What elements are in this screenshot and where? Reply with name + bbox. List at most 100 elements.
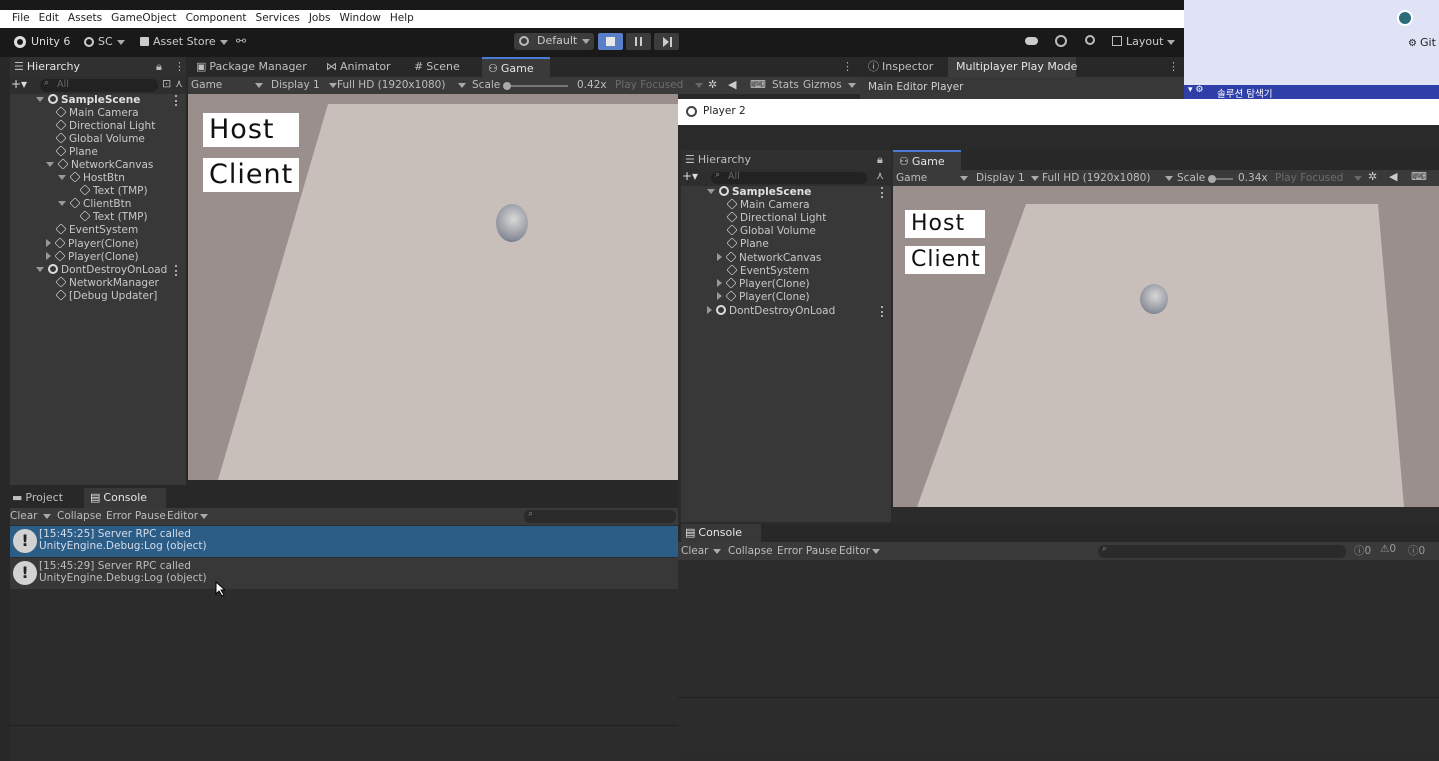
menu-file[interactable]: File (12, 12, 30, 24)
tab-package-manager[interactable]: ▣ Package Manager (196, 57, 307, 77)
p2-tree-item[interactable]: NetworkCanvas (717, 251, 821, 265)
p2-tree-item[interactable]: Player(Clone) (717, 290, 810, 304)
create-button[interactable]: +▾ (682, 169, 698, 183)
layout-preset-dropdown[interactable]: Default (514, 33, 594, 50)
hierarchy-filter-icon[interactable]: ⊡ (162, 77, 171, 90)
p2-tree-item[interactable]: Plane (726, 237, 769, 251)
tree-item[interactable]: Plane (55, 145, 98, 159)
play-focused-dropdown[interactable]: Play Focused (615, 77, 683, 93)
tree-item[interactable]: Player(Clone) (46, 237, 139, 251)
player2-tab-hierarchy[interactable]: ☰ Hierarchy 🔒︎ (681, 150, 891, 170)
p2-resolution-dropdown[interactable]: Full HD (1920x1080) (1042, 170, 1150, 186)
tab-game[interactable]: ⚇ Game (482, 57, 550, 77)
console-collapse-button[interactable]: Collapse (57, 508, 102, 524)
tree-item[interactable]: Main Camera (55, 106, 139, 120)
menu-services[interactable]: Services (256, 12, 300, 24)
scene-menu-icon[interactable] (881, 187, 884, 198)
play-button[interactable] (598, 33, 623, 50)
p2-info-count[interactable]: ⓘ0 (1354, 543, 1371, 558)
solution-explorer-label[interactable]: 솔루션 탐색기 (1217, 86, 1272, 100)
p2-tree-item[interactable]: Directional Light (726, 211, 826, 225)
history-icon[interactable] (1055, 35, 1067, 47)
p2-scale-slider-knob[interactable] (1208, 175, 1216, 183)
layout-dropdown[interactable]: Layout (1112, 35, 1176, 48)
tab-animator[interactable]: ⋈ Animator (326, 57, 391, 77)
host-button[interactable]: Host (203, 113, 299, 147)
menu-gameobject[interactable]: GameObject (111, 12, 176, 24)
client-button[interactable]: Client (203, 158, 299, 192)
tree-item[interactable]: Global Volume (55, 132, 145, 146)
tree-samplescene[interactable]: SampleScene (36, 94, 140, 107)
tree-item[interactable]: Directional Light (55, 119, 155, 133)
console-editor-dropdown[interactable]: Editor (167, 508, 198, 524)
p2-console-search[interactable]: ⌕ (1098, 544, 1346, 558)
p2-console-error-pause-button[interactable]: Error Pause (777, 543, 837, 559)
tab-hierarchy[interactable]: ☰ Hierarchy 🔒︎ ⋮ (10, 57, 186, 77)
p2-console-clear-button[interactable]: Clear (681, 543, 708, 559)
p2-console-editor-dropdown[interactable]: Editor (839, 543, 870, 559)
tab-scene[interactable]: # Scene (414, 57, 460, 77)
inspector-menu-icon[interactable]: ⋮ (1168, 60, 1179, 73)
tree-item[interactable]: [Debug Updater] (55, 289, 157, 303)
copilot-icon[interactable] (1397, 10, 1413, 26)
bug-icon[interactable]: ✲ (708, 78, 717, 91)
tab-inspector[interactable]: ⓘ Inspector (868, 57, 933, 77)
hierarchy-sort-icon[interactable]: ⋏ (876, 169, 884, 182)
lock-icon[interactable]: 🔒︎ (877, 150, 883, 170)
scale-slider[interactable] (503, 82, 568, 90)
p2-display-dropdown[interactable]: Display 1 (976, 170, 1025, 186)
p2-tree-item[interactable]: Main Camera (726, 198, 810, 212)
p2-tree-dontdestroyonload[interactable]: DontDestroyOnLoad (707, 305, 835, 318)
tree-dontdestroyonload[interactable]: DontDestroyOnLoad (36, 264, 167, 277)
stats-button[interactable]: Stats (772, 77, 799, 93)
menu-jobs[interactable]: Jobs (309, 12, 331, 24)
ddol-menu-icon[interactable] (175, 265, 178, 276)
tree-item[interactable]: EventSystem (55, 223, 138, 237)
p2-client-button[interactable]: Client (905, 246, 985, 274)
player2-tab-game[interactable]: ⚇ Game (893, 150, 961, 170)
unity-label[interactable]: Unity 6 (31, 35, 70, 48)
p2-tree-item[interactable]: Player(Clone) (717, 277, 810, 291)
tree-item[interactable]: NetworkManager (55, 276, 159, 290)
mute-audio-icon[interactable]: ◀︎ (1389, 170, 1397, 183)
game-viewport[interactable]: Host Client (188, 94, 678, 480)
cloud-icon[interactable] (1025, 37, 1038, 45)
hierarchy-menu-icon[interactable]: ⋮ (174, 57, 185, 77)
p2-game-mode-dropdown[interactable]: Game (896, 170, 927, 186)
p2-error-count[interactable]: ⓘ0 (1408, 543, 1425, 558)
p2-scale-slider[interactable] (1208, 175, 1233, 183)
hierarchy-search[interactable]: ⌕ All (40, 78, 158, 92)
tree-item[interactable]: Text (TMP) (79, 184, 148, 198)
tree-item[interactable]: HostBtn (58, 171, 125, 185)
p2-play-focused-dropdown[interactable]: Play Focused (1275, 170, 1343, 186)
resolution-dropdown[interactable]: Full HD (1920x1080) (337, 77, 445, 93)
gizmos-button[interactable]: Gizmos (803, 77, 842, 93)
console-clear-button[interactable]: Clear (10, 508, 37, 524)
bug-icon[interactable]: ✲ (1368, 170, 1377, 183)
menu-edit[interactable]: Edit (39, 12, 59, 24)
lock-icon[interactable]: 🔒︎ (156, 57, 162, 77)
player2-hierarchy-search[interactable]: ⌕ All (711, 170, 867, 184)
p2-tree-item[interactable]: Global Volume (726, 224, 816, 238)
console-log-row[interactable]: ! [15:45:25] Server RPC called UnityEngi… (10, 526, 678, 557)
p2-tree-samplescene[interactable]: SampleScene (707, 186, 811, 199)
menu-component[interactable]: Component (186, 12, 247, 24)
keyboard-icon[interactable]: ⌨︎ (1411, 170, 1427, 183)
git-label[interactable]: Git (1420, 36, 1436, 49)
tab-project[interactable]: ▬ Project (12, 488, 63, 508)
scale-slider-knob[interactable] (503, 82, 511, 90)
mute-audio-icon[interactable]: ◀︎ (728, 78, 736, 91)
menu-window[interactable]: Window (339, 12, 380, 24)
asset-store-button[interactable]: Asset Store (153, 35, 228, 48)
create-button[interactable]: +▾ (11, 77, 27, 91)
player2-tab-console[interactable]: ▤ Console (681, 524, 761, 542)
step-button[interactable] (654, 33, 679, 50)
tab-console[interactable]: ▤ Console (84, 488, 166, 508)
center-menu-icon[interactable]: ⋮ (842, 60, 853, 73)
p2-console-collapse-button[interactable]: Collapse (728, 543, 773, 559)
scene-menu-icon[interactable] (175, 95, 178, 106)
console-log-row[interactable]: ! [15:45:29] Server RPC called UnityEngi… (10, 558, 678, 589)
console-search[interactable]: ⌕ (524, 509, 676, 523)
tree-item[interactable]: Text (TMP) (79, 210, 148, 224)
player2-game-viewport[interactable]: Host Client (893, 186, 1439, 507)
